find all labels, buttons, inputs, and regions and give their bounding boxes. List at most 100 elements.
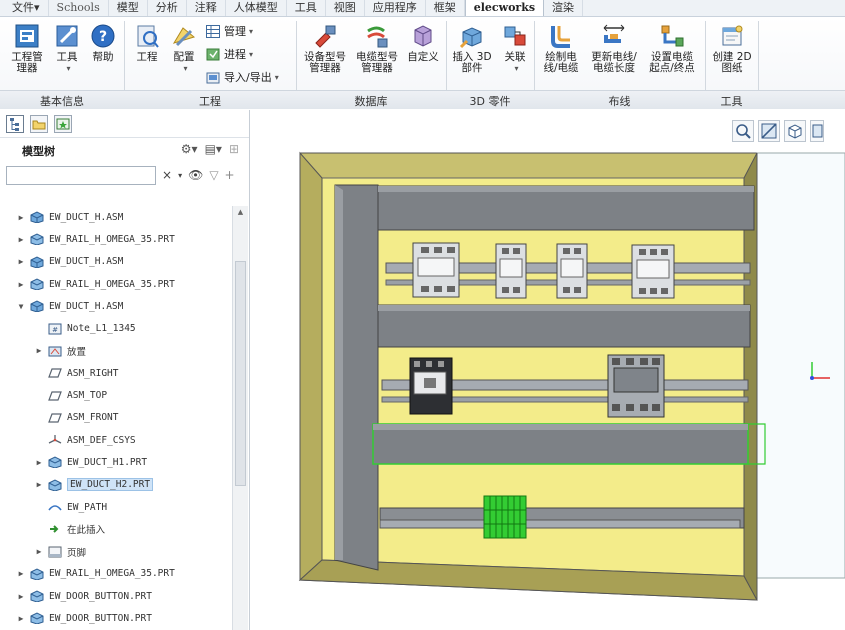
tree-row[interactable]: ▶ EW_RAIL_H_OMEGA_35.PRT [0,563,232,585]
cable-model-manager-button[interactable]: 电缆型号 管理器 [352,23,402,74]
group-label-tools: 工具 [720,95,743,108]
draw-wire-button[interactable]: 绘制电 线/电缆 [538,23,584,74]
tree-row[interactable]: ▶ EW_DUCT_H.ASM [0,206,232,228]
insert-3d-part-button[interactable]: 插入 3D 部件 [450,23,494,74]
tree-row-label: EW_RAIL_H_OMEGA_35.PRT [49,233,175,245]
model-tree-header: 模型树 ⚙▾ ▤▾ ⊞ [0,138,249,164]
datum-plane-icon [48,412,62,424]
tree-row[interactable]: # Note_L1_1345 [0,317,232,339]
device-model-manager-button[interactable]: 设备型号 管理器 [300,23,350,74]
tree-row-label: 在此插入 [67,525,106,537]
tree-row[interactable]: ASM_TOP [0,384,232,406]
update-wire-length-button[interactable]: 更新电线/ 电缆长度 [588,23,640,74]
tree-row[interactable]: ▶ EW_RAIL_H_OMEGA_35.PRT [0,273,232,295]
zoom-fit-button[interactable] [732,120,754,142]
tree-row[interactable]: ▶ EW_RAIL_H_OMEGA_35.PRT [0,228,232,250]
part-icon [30,233,44,246]
menu-tab-2[interactable]: 模型 [109,0,148,16]
menu-tab-9[interactable]: 框架 [426,0,465,16]
expand-arrow-icon[interactable]: ▶ [34,346,44,355]
menu-tab-7[interactable]: 视图 [326,0,365,16]
import-export-button[interactable]: 导入/导出 ▾ [206,69,279,85]
expand-arrow-icon[interactable]: ▶ [34,480,44,489]
project-button[interactable]: 工程 [132,23,162,63]
expand-arrow-icon[interactable]: ▶ [34,458,44,467]
expand-arrow-icon[interactable]: ▶ [16,592,26,601]
expand-arrow-icon[interactable]: ▶ [16,257,26,266]
search-dropdown-icon[interactable]: ▾ [178,171,182,180]
tree-row[interactable]: ▶ EW_DOOR_BUTTON.PRT [0,607,232,629]
menu-tab-10[interactable]: elecworks [464,0,545,16]
binoculars-icon[interactable]: 👁 [188,168,203,182]
saved-views-button[interactable] [810,120,824,142]
menu-tab-4[interactable]: 注释 [187,0,226,16]
cube-icon [788,124,802,139]
tree-search-input[interactable] [6,165,156,185]
expand-arrow-icon[interactable]: ▶ [16,569,26,578]
tree-row-label: EW_DOOR_BUTTON.PRT [49,612,152,624]
tree-row[interactable]: ▶ EW_DUCT_H2.PRT [0,474,232,496]
expand-arrow-icon[interactable]: ▶ [34,547,44,556]
tree-row[interactable]: ASM_DEF_CSYS [0,429,232,451]
expand-arrow-icon[interactable]: ▶ [16,213,26,222]
tree-row[interactable]: ▶ EW_DUCT_H.ASM [0,251,232,273]
config-button[interactable]: 配置 ▾ [168,23,200,74]
expand-arrow-icon[interactable]: ▶ [16,614,26,623]
menu-tab-6[interactable]: 工具 [287,0,326,16]
associate-button[interactable]: 关联 ▾ [498,23,532,74]
expand-arrow-icon[interactable]: ▶ [16,280,26,289]
tree-settings-icon[interactable]: ⚙▾ [181,142,198,156]
tab-folder-browser[interactable] [30,114,48,133]
tree-row[interactable]: ▶ 放置 [0,340,232,362]
menu-tab-8[interactable]: 应用程序 [365,0,426,16]
custom-icon [410,23,436,49]
project-manager-button[interactable]: 工程管 理器 [6,23,48,74]
process-button[interactable]: 进程 ▾ [206,46,253,62]
add-icon[interactable]: + [225,168,235,182]
collapse-arrow-icon[interactable]: ▼ [16,302,26,311]
create-2d-drawing-button[interactable]: 创建 2D 图纸 [709,23,755,74]
tree-row[interactable]: 在此插入 [0,518,232,540]
tree-scrollbar[interactable]: ▲ [232,206,248,630]
custom-button[interactable]: 自定义 [404,23,442,63]
project-manager-icon [14,23,40,49]
tree-columns-icon[interactable]: ▤▾ [205,142,222,156]
magnifier-icon [736,124,751,139]
tree-row[interactable]: ▼ EW_DUCT_H.ASM [0,295,232,317]
tree-row[interactable]: ▶ EW_DUCT_H1.PRT [0,451,232,473]
filter-icon[interactable]: ▽ [209,168,218,182]
part-icon [48,479,62,492]
clear-search-icon[interactable]: × [162,168,172,182]
menu-tab-11[interactable]: 渲染 [544,0,584,16]
refit-button[interactable] [758,120,780,142]
tree-row[interactable]: ▶ 页脚 [0,540,232,562]
help-button[interactable]: ? 帮助 [88,23,118,63]
horizontal-duct-selected [372,423,766,465]
tree-row[interactable]: ASM_FRONT [0,407,232,429]
graphics-area[interactable] [251,110,845,630]
note-icon: # [48,323,62,335]
menu-tab-5[interactable]: 人体模型 [226,0,287,16]
menu-tab-1[interactable]: Schools [49,0,109,16]
display-style-button[interactable] [784,120,806,142]
tree-row[interactable]: ASM_RIGHT [0,362,232,384]
refit-icon [761,123,777,139]
tab-favorites[interactable] [54,114,72,133]
tree-row[interactable]: ▶ EW_DOOR_BUTTON.PRT [0,585,232,607]
tree-row-label: ASM_DEF_CSYS [67,434,136,446]
tools-button[interactable]: 工具 ▾ [50,23,84,74]
tab-model-tree[interactable] [6,114,24,133]
menu-tab-0[interactable]: 文件▾ [4,0,49,16]
scroll-thumb[interactable] [235,261,246,486]
horizontal-duct-middle [377,304,751,348]
expand-arrow-icon[interactable]: ▶ [16,235,26,244]
scroll-up-icon[interactable]: ▲ [235,208,246,219]
circuit-breaker-2 [495,243,527,299]
set-cable-endpoints-button[interactable]: 设置电缆 起点/终点 [644,23,700,74]
manage-button[interactable]: 管理 ▾ [206,23,253,39]
menu-tab-3[interactable]: 分析 [148,0,187,16]
tree-row-label: ASM_TOP [67,390,108,402]
tree-filter-icon[interactable]: ⊞ [229,142,239,156]
menu-bar: 文件▾ Schools 模型 分析 注释 人体模型 工具 视图 应用程序 框架 elecworks 渲… [0,0,845,17]
tree-row[interactable]: EW_PATH [0,496,232,518]
